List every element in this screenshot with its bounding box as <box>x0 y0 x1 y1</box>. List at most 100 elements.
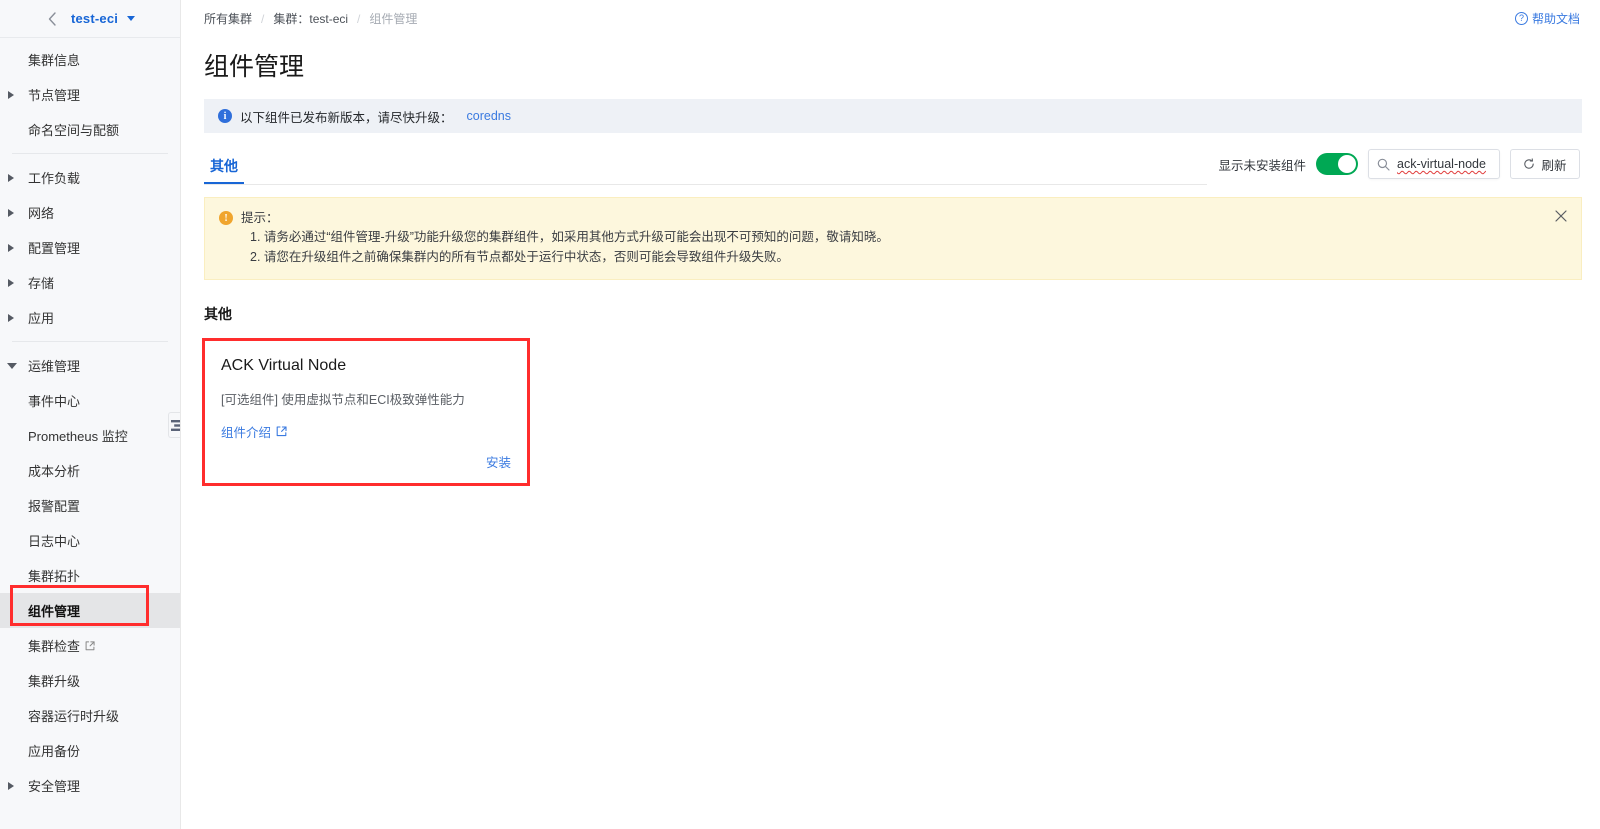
sidebar-item-13[interactable]: 成本分析 <box>0 453 180 488</box>
chevron-right-icon <box>8 244 14 252</box>
breadcrumb-item-0[interactable]: 所有集群 <box>204 10 252 27</box>
question-circle-icon: ? <box>1515 12 1528 25</box>
sidebar-item-label: 存储 <box>28 273 54 292</box>
sidebar-item-8[interactable]: 应用 <box>0 300 180 335</box>
cluster-selector[interactable]: test-eci <box>0 0 180 38</box>
close-icon[interactable] <box>1553 208 1569 224</box>
card-description: [可选组件] 使用虚拟节点和ECI极致弹性能力 <box>221 389 511 408</box>
tip-title: 提示： <box>241 209 889 228</box>
breadcrumb-separator: / <box>261 12 264 26</box>
show-uninstalled-toggle[interactable] <box>1316 153 1358 175</box>
sidebar-item-1[interactable]: 节点管理 <box>0 77 180 112</box>
sidebar-item-label: 成本分析 <box>28 461 80 480</box>
external-link-icon <box>85 641 95 651</box>
sidebar-item-label: 集群升级 <box>28 671 80 690</box>
sidebar-item-label: Prometheus 监控 <box>28 426 128 445</box>
info-banner-link-coredns[interactable]: coredns <box>467 109 511 123</box>
breadcrumb-separator: / <box>357 12 360 26</box>
sidebar-item-0[interactable]: 集群信息 <box>0 42 180 77</box>
search-input-value[interactable]: ack-virtual-node <box>1397 157 1486 171</box>
page-title: 组件管理 <box>181 47 1600 83</box>
info-banner: i 以下组件已发布新版本，请尽快升级： coredns <box>204 99 1582 133</box>
sidebar-item-4[interactable]: 工作负载 <box>0 160 180 195</box>
warning-circle-icon: ! <box>219 211 233 225</box>
sidebar-item-18[interactable]: 集群检查 <box>0 628 180 663</box>
component-intro-link[interactable]: 组件介绍 <box>221 422 287 441</box>
sidebar-item-16[interactable]: 集群拓扑 <box>0 558 180 593</box>
sidebar-item-label: 报警配置 <box>28 496 80 515</box>
sidebar-item-17[interactable]: 组件管理 <box>0 593 180 628</box>
sidebar-item-label: 日志中心 <box>28 531 80 550</box>
chevron-right-icon <box>8 174 14 182</box>
sidebar-item-label: 事件中心 <box>28 391 80 410</box>
info-banner-text: 以下组件已发布新版本，请尽快升级： <box>240 107 453 126</box>
breadcrumb: 所有集群 / 集群：test-eci / 组件管理 <box>204 10 417 27</box>
sidebar-item-2[interactable]: 命名空间与配额 <box>0 112 180 147</box>
sidebar-item-label: 运维管理 <box>28 356 80 375</box>
sidebar-item-label: 安全管理 <box>28 776 80 795</box>
toolbar-controls: 显示未安装组件 ack-virtual-node <box>1218 149 1580 185</box>
sidebar-item-label: 工作负载 <box>28 168 80 187</box>
sidebar-item-12[interactable]: Prometheus 监控 <box>0 418 180 453</box>
tip-line-2: 2. 请您在升级组件之前确保集群内的所有节点都处于运行中状态，否则可能会导致组件… <box>241 248 889 267</box>
sidebar-item-6[interactable]: 配置管理 <box>0 230 180 265</box>
search-input[interactable]: ack-virtual-node <box>1368 149 1500 179</box>
help-doc-label: 帮助文档 <box>1532 10 1580 27</box>
sidebar-item-label: 应用备份 <box>28 741 80 760</box>
chevron-right-icon <box>8 209 14 217</box>
component-card-ack-virtual-node[interactable]: ACK Virtual Node [可选组件] 使用虚拟节点和ECI极致弹性能力… <box>204 340 528 484</box>
sidebar-item-label: 集群检查 <box>28 636 80 655</box>
sidebar-item-15[interactable]: 日志中心 <box>0 523 180 558</box>
sidebar-item-20[interactable]: 容器运行时升级 <box>0 698 180 733</box>
app-root: test-eci 集群信息节点管理命名空间与配额工作负载网络配置管理存储应用运维… <box>0 0 1600 829</box>
info-circle-icon: i <box>218 109 232 123</box>
sidebar-item-11[interactable]: 事件中心 <box>0 383 180 418</box>
toggle-knob <box>1338 155 1356 173</box>
chevron-right-icon <box>8 279 14 287</box>
breadcrumb-item-2: 组件管理 <box>369 10 417 27</box>
tab-other-label: 其他 <box>210 158 238 174</box>
caret-down-icon[interactable] <box>127 16 135 21</box>
tip-banner: ! 提示： 1. 请务必通过“组件管理-升级”功能升级您的集群组件，如采用其他方… <box>204 197 1582 280</box>
external-link-icon <box>276 426 287 437</box>
sidebar-item-label: 集群信息 <box>28 50 80 69</box>
group-title: 其他 <box>204 304 1600 324</box>
sidebar-item-label: 节点管理 <box>28 85 80 104</box>
sidebar-item-10[interactable]: 运维管理 <box>0 348 180 383</box>
tab-other[interactable]: 其他 <box>204 156 244 185</box>
panel-collapse-icon[interactable] <box>168 412 181 438</box>
install-button[interactable]: 安装 <box>486 452 511 471</box>
cluster-name-label[interactable]: test-eci <box>71 11 118 26</box>
tab-underline <box>204 184 1207 185</box>
tip-line-1: 1. 请务必通过“组件管理-升级”功能升级您的集群组件，如采用其他方式升级可能会… <box>241 228 889 247</box>
chevron-right-icon <box>8 782 14 790</box>
refresh-button[interactable]: 刷新 <box>1510 149 1580 179</box>
sidebar-item-label: 配置管理 <box>28 238 80 257</box>
refresh-label: 刷新 <box>1541 155 1566 174</box>
sidebar-item-label: 容器运行时升级 <box>28 706 119 725</box>
card-title: ACK Virtual Node <box>221 357 511 375</box>
sidebar-item-label: 命名空间与配额 <box>28 120 119 139</box>
breadcrumb-item-1[interactable]: 集群：test-eci <box>273 10 348 27</box>
tip-text-block: 提示： 1. 请务必通过“组件管理-升级”功能升级您的集群组件，如采用其他方式升… <box>241 209 889 267</box>
sidebar-item-14[interactable]: 报警配置 <box>0 488 180 523</box>
sidebar-item-7[interactable]: 存储 <box>0 265 180 300</box>
sidebar-item-21[interactable]: 应用备份 <box>0 733 180 768</box>
sidebar-item-22[interactable]: 安全管理 <box>0 768 180 803</box>
tab-list: 其他 <box>204 147 244 185</box>
chevron-down-icon <box>7 363 17 369</box>
help-doc-link[interactable]: ? 帮助文档 <box>1515 10 1580 27</box>
toolbar-row: 其他 显示未安装组件 ack-virtual-node <box>181 147 1600 185</box>
sidebar-item-label: 组件管理 <box>28 601 80 620</box>
search-icon <box>1377 158 1390 171</box>
sidebar-item-19[interactable]: 集群升级 <box>0 663 180 698</box>
sidebar: test-eci 集群信息节点管理命名空间与配额工作负载网络配置管理存储应用运维… <box>0 0 181 829</box>
chevron-right-icon <box>8 91 14 99</box>
sidebar-item-label: 应用 <box>28 308 54 327</box>
chevron-left-icon[interactable] <box>45 12 59 26</box>
component-card-wrapper: ACK Virtual Node [可选组件] 使用虚拟节点和ECI极致弹性能力… <box>204 340 528 484</box>
show-uninstalled-label: 显示未安装组件 <box>1218 155 1306 174</box>
sidebar-item-5[interactable]: 网络 <box>0 195 180 230</box>
refresh-icon <box>1523 158 1535 170</box>
top-bar: 所有集群 / 集群：test-eci / 组件管理 ? 帮助文档 <box>181 0 1600 37</box>
